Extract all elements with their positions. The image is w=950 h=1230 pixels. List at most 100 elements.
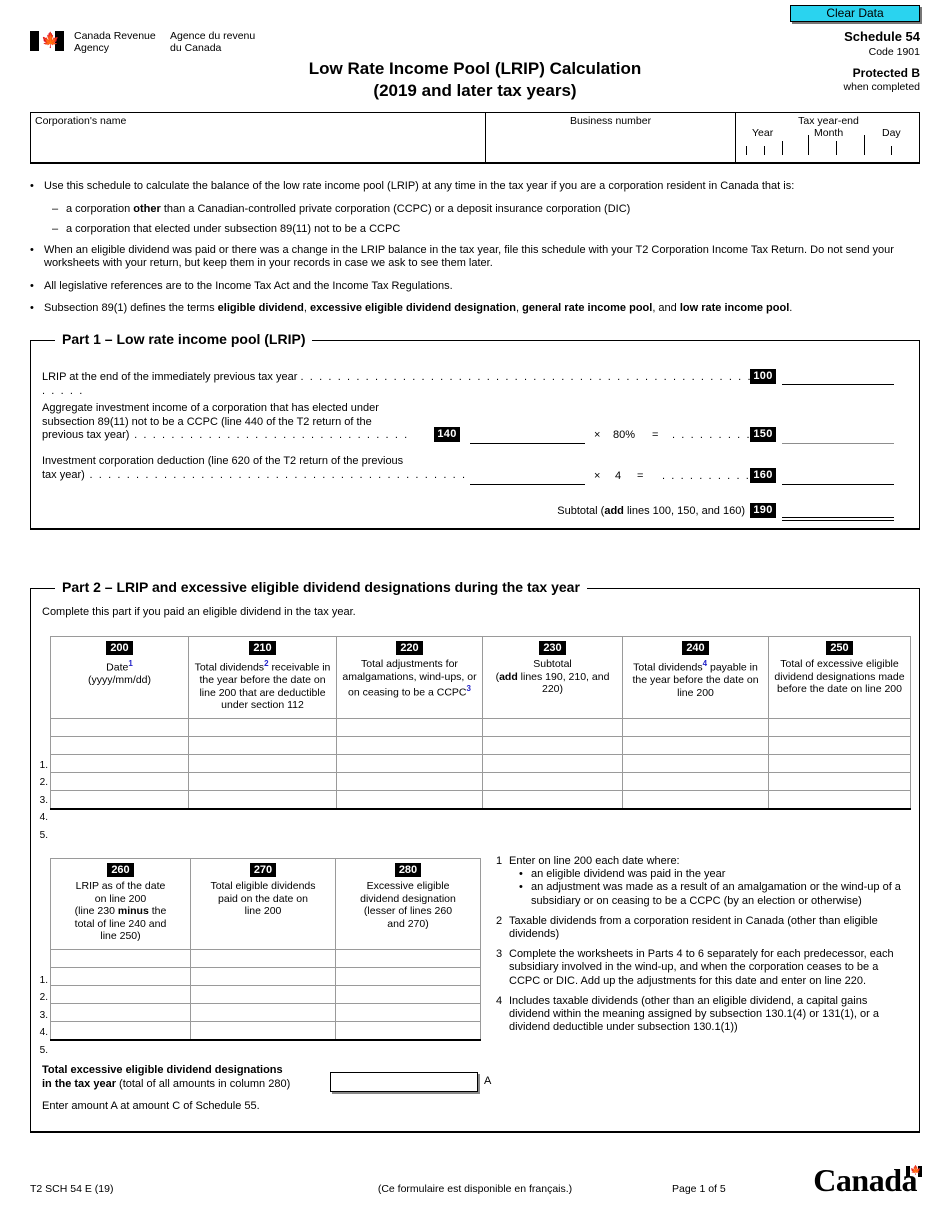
line-code-230: 230 [539,641,566,655]
cell-200[interactable] [50,717,189,737]
day-label: Day [882,127,901,139]
table-row [50,717,911,737]
row-number: 3. [39,794,48,806]
line-150-input[interactable] [782,442,894,444]
cell-230[interactable] [482,735,623,755]
cell-250[interactable] [768,717,911,737]
instruction-item: • All legislative references are to the … [30,280,922,294]
cell-270[interactable] [190,1002,336,1022]
line-160-input[interactable] [782,483,894,485]
line-140-input[interactable] [470,442,585,444]
footer-page-number: Page 1 of 5 [672,1183,726,1195]
cell-270[interactable] [190,1020,336,1041]
row-number: 2. [39,777,48,789]
cell-260[interactable] [50,1020,191,1041]
line-code-200: 200 [106,641,133,655]
bullet-icon: • [519,881,523,894]
column-250-title: Total of excessive eligible dividend des… [774,658,905,695]
cell-230[interactable] [482,789,623,810]
line-190-input[interactable] [782,516,894,521]
cell-260[interactable] [50,948,191,968]
corporation-name-cell[interactable]: Corporation's name [31,113,486,162]
column-header-200: 200 Date1 (yyyy/mm/dd) [50,636,189,719]
cell-270[interactable] [190,948,336,968]
cell-250[interactable] [768,753,911,773]
cell-220[interactable] [336,753,483,773]
cell-250[interactable] [768,789,911,810]
cell-270[interactable] [190,984,336,1004]
cell-230[interactable] [482,753,623,773]
factor-80-percent: 80% [613,429,636,441]
footnote-number: 4 [496,994,503,1007]
cell-260[interactable] [50,1002,191,1022]
tax-year-end-cell[interactable]: Tax year-end Year Month Day [736,113,921,162]
cell-210[interactable] [188,753,337,773]
column-header-250: 250 Total of excessive eligible dividend… [768,636,911,719]
line-code-150: 150 [750,427,776,442]
table-b-row-numbers: 1. 2. 3. 4. 5. [32,972,48,1059]
cell-280[interactable] [335,948,481,968]
cell-220[interactable] [336,717,483,737]
cell-200[interactable] [50,735,189,755]
instruction-item-definitions: • Subsection 89(1) defines the terms eli… [30,302,922,316]
cell-240[interactable] [622,753,769,773]
line-160-text-1: Investment corporation deduction (line 6… [42,455,404,467]
bullet-icon: • [30,180,34,192]
column-260-l4: total of line 240 and [74,917,167,930]
cell-220[interactable] [336,771,483,791]
row-number: 1. [39,760,48,771]
month-label: Month [814,127,844,139]
line-140-text-1: Aggregate investment income of a corpora… [42,402,379,414]
footnote-text: Includes taxable dividends (other than a… [509,994,879,1034]
line-code-100: 100 [750,369,776,384]
cell-200[interactable] [50,771,189,791]
footnote-ref-3: 3 [466,684,471,693]
cell-210[interactable] [188,789,337,810]
cell-200[interactable] [50,753,189,773]
instruction-text: Subsection 89(1) defines the terms eligi… [44,302,793,314]
line-140-text-3: previous tax year) . . . . . . . . . . .… [42,429,409,441]
instruction-text: Use this schedule to calculate the balan… [44,180,795,192]
footnote-text: Complete the worksheets in Parts 4 to 6 … [509,948,894,987]
canada-flag-icon: 🍁 [906,1165,922,1177]
cell-240[interactable] [622,789,769,810]
cell-280[interactable] [335,966,481,986]
agency-name-fr: Agence du revenu du Canada [170,30,256,54]
business-number-label: Business number [569,115,652,127]
cell-230[interactable] [482,771,623,791]
footnote-number: 2 [496,914,503,927]
instruction-text: a corporation that elected under subsect… [66,223,401,235]
dash-icon: – [52,202,59,215]
page-title: Low Rate Income Pool (LRIP) Calculation … [0,58,950,102]
cell-250[interactable] [768,735,911,755]
factor-4: 4 [615,470,622,482]
business-number-cell[interactable]: Business number [486,113,736,162]
row-number: 1. [39,975,48,986]
cell-280[interactable] [335,984,481,1004]
total-label-line1: Total excessive eligible dividend design… [42,1064,283,1076]
cell-250[interactable] [768,771,911,791]
line-100-input[interactable] [782,383,894,385]
line-code-190: 190 [750,503,776,518]
cell-220[interactable] [336,789,483,810]
cell-240[interactable] [622,717,769,737]
cell-270[interactable] [190,966,336,986]
cell-260[interactable] [50,984,191,1004]
total-label-line2: in the tax year [42,1078,116,1090]
cell-260[interactable] [50,966,191,986]
line-160-multiplicand-input[interactable] [470,483,585,485]
cell-200[interactable] [50,789,189,810]
cell-240[interactable] [622,771,769,791]
cell-280[interactable] [335,1020,481,1041]
line-code-260: 260 [107,863,134,877]
cell-220[interactable] [336,735,483,755]
cell-230[interactable] [482,717,623,737]
cell-240[interactable] [622,735,769,755]
cell-210[interactable] [188,771,337,791]
total-amount-input[interactable] [330,1072,478,1092]
cell-210[interactable] [188,717,337,737]
cell-210[interactable] [188,735,337,755]
clear-data-button[interactable]: Clear Data [790,5,920,22]
instruction-text: All legislative references are to the In… [44,279,453,292]
cell-280[interactable] [335,1002,481,1022]
